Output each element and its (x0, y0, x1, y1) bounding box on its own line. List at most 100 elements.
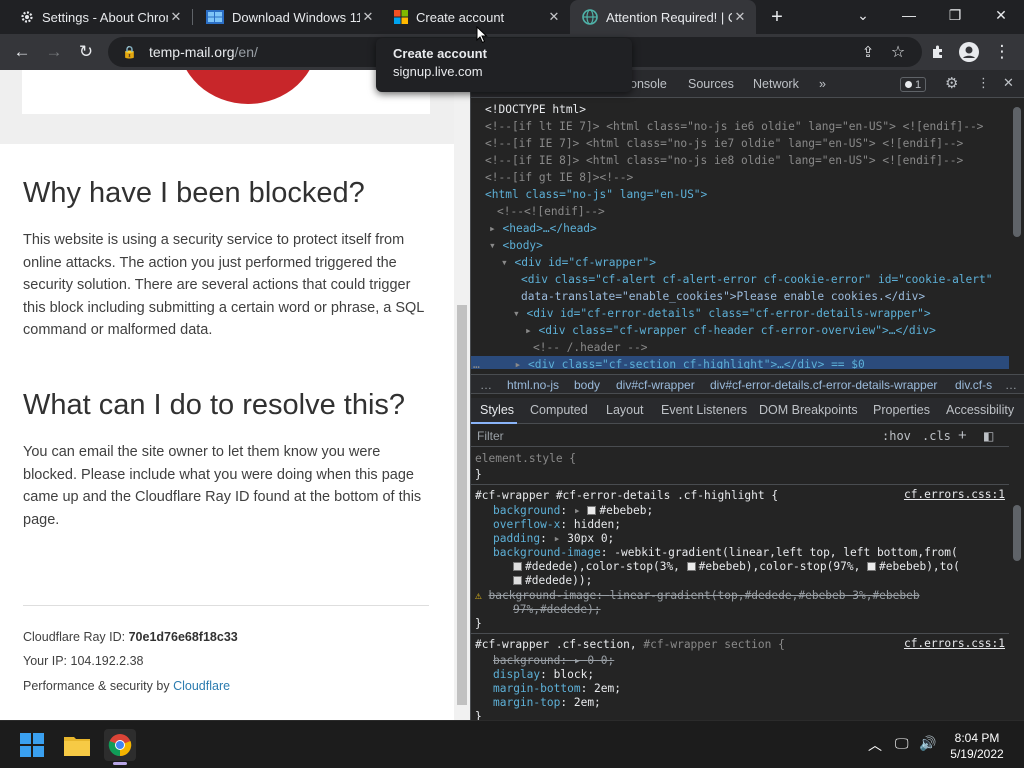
breadcrumb-cf-section[interactable]: div.cf-s (955, 378, 992, 392)
dom-node-cf-highlight-selected[interactable]: … ▸ <div class="cf-section cf-highlight"… (471, 356, 1009, 369)
breadcrumb-overflow-left[interactable]: … (480, 378, 492, 392)
rule1-selector[interactable]: #cf-wrapper #cf-error-details .cf-highli… (475, 488, 778, 503)
chrome-taskbar-icon[interactable] (104, 729, 136, 765)
tab-search-dropdown-icon[interactable]: ⌄ (840, 0, 886, 30)
rule2-close: } (475, 710, 482, 720)
dom-node-comment[interactable]: <!--[if IE 8]> <html class="no-js ie8 ol… (485, 152, 963, 169)
rule1-prop-background-image[interactable]: background-image: -webkit-gradient(linea… (493, 545, 958, 560)
dom-node-cf-wrapper[interactable]: ▾ <div id="cf-wrapper"> (501, 254, 656, 271)
tab-close-icon[interactable]: ✕ (168, 9, 184, 25)
breadcrumb-html[interactable]: html.no-js (507, 378, 559, 392)
dom-node-html[interactable]: <html class="no-js" lang="en-US"> (485, 186, 707, 203)
dom-node-cookie-alert[interactable]: <div class="cf-alert cf-alert-error cf-c… (521, 271, 992, 288)
issues-badge[interactable]: 1 (900, 77, 926, 92)
styles-scrollbar-thumb[interactable] (1013, 505, 1021, 561)
breadcrumb-body[interactable]: body (574, 378, 600, 392)
element-style-rule[interactable]: element.style { (475, 451, 576, 466)
system-clock[interactable]: 8:04 PM 5/19/2022 (944, 730, 1010, 762)
ray-id-value: 70e1d76e68f18c33 (128, 630, 238, 644)
forward-arrow-icon[interactable]: → (40, 38, 68, 66)
dom-node-head[interactable]: ▸ <head>…</head> (489, 220, 597, 237)
dom-node-cf-header[interactable]: ▸ <div class="cf-wrapper cf-header cf-er… (525, 322, 936, 339)
page-scrollbar-thumb[interactable] (457, 305, 467, 705)
rule2-prop-background[interactable]: background: ▸ 0 0; (493, 653, 614, 668)
rule2-selector[interactable]: #cf-wrapper .cf-section, #cf-wrapper sec… (475, 637, 785, 652)
dom-node-cookie-alert-cont[interactable]: data-translate="enable_cookies">Please e… (521, 288, 925, 305)
styles-tab-styles[interactable]: Styles (480, 403, 514, 417)
minimize-button[interactable]: — (886, 0, 932, 30)
devtools-close-icon[interactable]: ✕ (1003, 75, 1014, 91)
styles-tab-event-listeners[interactable]: Event Listeners (661, 403, 747, 417)
styles-tab-dom-breakpoints[interactable]: DOM Breakpoints (759, 403, 858, 417)
styles-scrollbar[interactable] (1009, 425, 1024, 720)
new-tab-button[interactable]: + (766, 6, 788, 28)
file-explorer-icon[interactable] (61, 729, 93, 761)
elements-scrollbar[interactable] (1009, 99, 1024, 369)
reload-icon[interactable]: ↻ (72, 38, 100, 66)
tab-settings[interactable]: Settings - About Chrome ✕ (0, 0, 192, 34)
new-style-rule-plus-icon[interactable]: + (958, 427, 967, 444)
devtools-tab-network[interactable]: Network (753, 77, 799, 91)
bookmark-star-icon[interactable]: ☆ (884, 38, 912, 66)
hover-state-toggle[interactable]: :hov (882, 429, 911, 443)
start-windows-icon[interactable] (16, 729, 48, 761)
rule1-prop-background[interactable]: background: ▸ #ebebeb; (493, 503, 653, 518)
tab-close-icon[interactable]: ✕ (360, 9, 376, 25)
network-icon[interactable]: 🖵 (895, 735, 909, 752)
tab-download-windows[interactable]: Download Windows 11 ✕ (192, 0, 384, 34)
back-arrow-icon[interactable]: ← (8, 38, 36, 66)
volume-icon[interactable]: 🔊 (919, 735, 936, 752)
dom-node-comment[interactable]: <!--[if IE 7]> <html class="no-js ie7 ol… (485, 135, 963, 152)
rule2-prop-display[interactable]: display: block; (493, 667, 594, 682)
dom-node-cf-error-details[interactable]: ▾ <div id="cf-error-details" class="cf-e… (513, 305, 931, 322)
tab-strip: Settings - About Chrome ✕ Download Windo… (0, 0, 1024, 34)
close-window-button[interactable]: ✕ (978, 0, 1024, 30)
breadcrumb-cf-error-details[interactable]: div#cf-error-details.cf-error-details-wr… (710, 378, 937, 392)
paragraph-why-blocked: This website is using a security service… (23, 232, 424, 339)
tab-close-icon[interactable]: ✕ (546, 9, 562, 25)
devtools-menu-kebab-icon[interactable]: ⋮ (977, 75, 990, 91)
tab-attention-required[interactable]: Attention Required! | Cloudflare ✕ (570, 0, 756, 34)
dom-node-body[interactable]: ▾ <body> (489, 237, 543, 254)
show-hidden-icons-chevron-icon[interactable]: ︿ (868, 735, 882, 755)
breadcrumb-overflow-right[interactable]: … (1005, 378, 1017, 392)
rule2-source-link[interactable]: cf.errors.css:1 (904, 637, 1005, 650)
styles-tab-properties[interactable]: Properties (873, 403, 930, 417)
elements-scrollbar-thumb[interactable] (1013, 107, 1021, 237)
rule2-prop-margin-top[interactable]: margin-top: 2em; (493, 695, 601, 710)
rule1-close: } (475, 617, 482, 630)
rule1-source-link[interactable]: cf.errors.css:1 (904, 488, 1005, 501)
styles-filter-input[interactable]: Filter (477, 429, 504, 443)
footer-divider (23, 605, 429, 606)
styles-rules: element.style { } #cf-wrapper #cf-error-… (471, 448, 1009, 720)
devtools-settings-gear-icon[interactable]: ⚙ (945, 74, 958, 92)
rule1-prop-padding[interactable]: padding: ▸ 30px 0; (493, 531, 614, 546)
rule1-prop-overflow-x[interactable]: overflow-x: hidden; (493, 517, 621, 532)
blocked-illustration-icon (178, 70, 318, 104)
profile-avatar-icon[interactable] (955, 38, 983, 66)
page-scrollbar[interactable] (454, 70, 470, 720)
class-toggle[interactable]: .cls (922, 429, 951, 443)
dom-node-comment[interactable]: <!--[if gt IE 8]><!--> (485, 169, 633, 186)
more-tabs-icon[interactable]: » (819, 77, 826, 91)
dom-node-comment[interactable]: <!--[if lt IE 7]> <html class="no-js ie6… (485, 118, 983, 135)
breadcrumb-cf-wrapper[interactable]: div#cf-wrapper (616, 378, 695, 392)
share-icon[interactable]: ⇪ (854, 38, 882, 66)
tab-close-icon[interactable]: ✕ (732, 9, 748, 25)
dom-node-comment[interactable]: <!--<![endif]--> (497, 203, 605, 220)
dom-node-header-comment[interactable]: <!-- /.header --> (533, 339, 648, 356)
styles-tab-accessibility[interactable]: Accessibility (946, 403, 1014, 417)
styles-tab-computed[interactable]: Computed (530, 403, 588, 417)
rule-separator (471, 484, 1009, 485)
styles-tab-layout[interactable]: Layout (606, 403, 644, 417)
menu-kebab-icon[interactable]: ⋮ (988, 38, 1016, 66)
devtools-tab-sources[interactable]: Sources (688, 77, 734, 91)
toggle-sidebar-icon[interactable]: ◧ (983, 429, 994, 443)
maximize-button[interactable]: ❐ (932, 0, 978, 30)
elements-tree: <!DOCTYPE html> <!--[if lt IE 7]> <html … (471, 99, 1009, 369)
extensions-puzzle-icon[interactable] (924, 38, 952, 66)
cloudflare-link[interactable]: Cloudflare (173, 679, 230, 693)
dom-node-doctype[interactable]: <!DOCTYPE html> (485, 101, 586, 118)
rule2-prop-margin-bottom[interactable]: margin-bottom: 2em; (493, 681, 621, 696)
rule1-prop-struck[interactable]: ⚠ background-image: linear-gradient(top,… (475, 588, 920, 603)
